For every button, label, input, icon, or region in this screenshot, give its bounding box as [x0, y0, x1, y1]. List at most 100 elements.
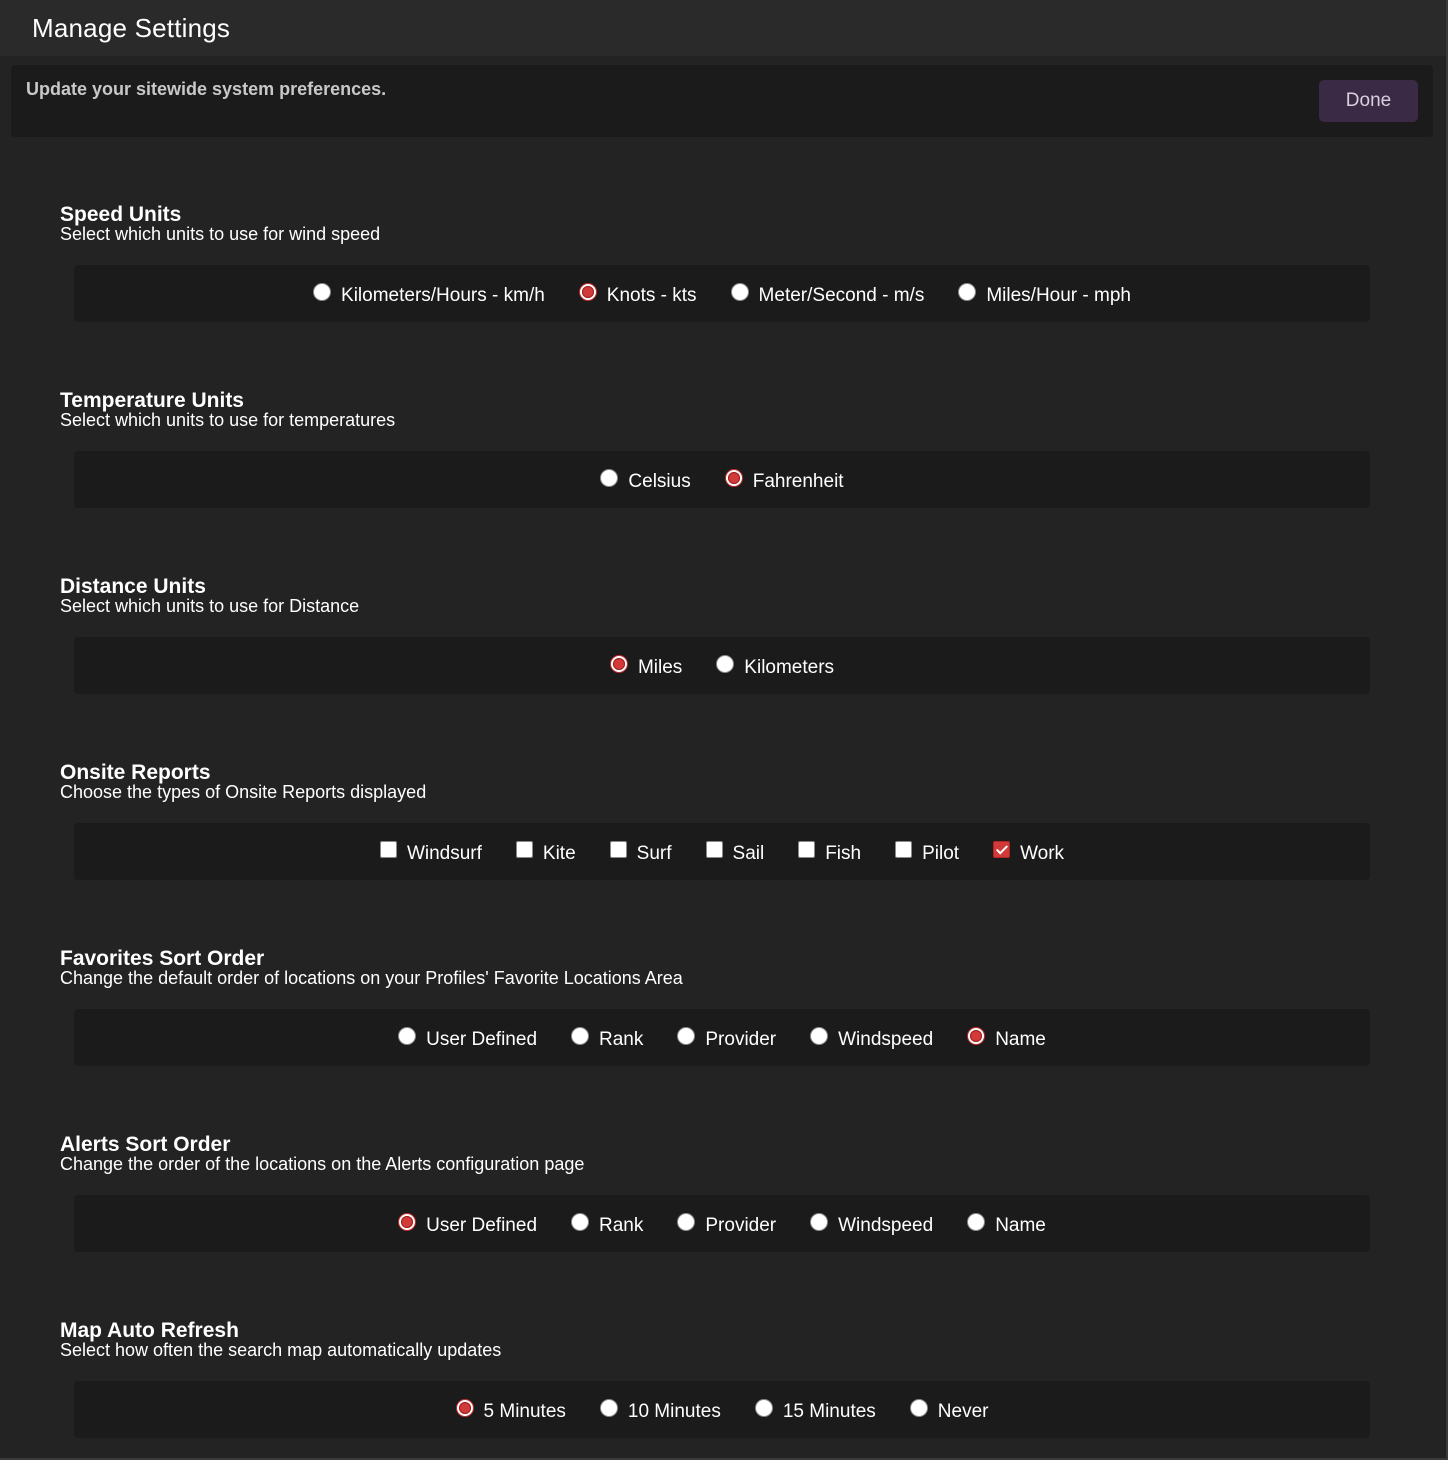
radio-button[interactable]: [599, 1398, 618, 1417]
option-user-defined[interactable]: User Defined: [398, 1211, 537, 1237]
option-label: 10 Minutes: [627, 1400, 721, 1422]
option-label: Fish: [825, 842, 862, 864]
radio-button[interactable]: [578, 282, 597, 301]
option-label: 15 Minutes: [782, 1400, 876, 1422]
radio-button[interactable]: [810, 1212, 829, 1231]
radio-group: 5 Minutes 10 Minutes 15 Minutes Never: [74, 1381, 1370, 1438]
option-10-minutes[interactable]: 10 Minutes: [599, 1397, 721, 1423]
radio-group: Miles Kilometers: [74, 637, 1370, 694]
option-label: Kilometers: [744, 656, 835, 678]
checkbox[interactable]: [705, 841, 723, 858]
option-label: Pilot: [922, 842, 960, 864]
radio-button[interactable]: [398, 1026, 417, 1045]
option-windspeed[interactable]: Windspeed: [810, 1211, 933, 1237]
option-label: Kite: [542, 842, 576, 864]
section-subtitle: Change the default order of locations on…: [60, 968, 683, 988]
settings-description: Update your sitewide system preferences.: [26, 79, 387, 99]
checkbox[interactable]: [515, 841, 533, 858]
page-title: Manage Settings: [32, 12, 231, 43]
option-work[interactable]: Work: [993, 839, 1064, 865]
radio-button[interactable]: [810, 1026, 829, 1045]
option-rank[interactable]: Rank: [571, 1211, 643, 1237]
settings-header: Update your sitewide system preferences.…: [11, 65, 1433, 137]
radio-button[interactable]: [313, 282, 332, 301]
option-label: User Defined: [426, 1028, 538, 1050]
radio-group: User Defined Rank Provider Windspeed Name: [74, 1009, 1370, 1066]
option-15-minutes[interactable]: 15 Minutes: [754, 1397, 876, 1423]
option-miles[interactable]: Miles: [609, 653, 683, 679]
option-label: Kilometers/Hours - km/h: [341, 284, 545, 306]
option-5-minutes[interactable]: 5 Minutes: [455, 1397, 566, 1423]
option-windsurf[interactable]: Windsurf: [379, 839, 482, 865]
option-kilometers[interactable]: Kilometers: [716, 653, 834, 679]
option-miles-hour-mph[interactable]: Miles/Hour - mph: [958, 281, 1131, 307]
radio-button[interactable]: [398, 1212, 417, 1231]
option-user-defined[interactable]: User Defined: [398, 1025, 537, 1051]
option-knots-kts[interactable]: Knots - kts: [578, 281, 697, 307]
checkbox[interactable]: [798, 841, 816, 858]
option-name[interactable]: Name: [967, 1025, 1046, 1051]
option-label: Miles: [637, 656, 683, 678]
checkbox[interactable]: [993, 841, 1011, 858]
radio-button[interactable]: [677, 1212, 696, 1231]
radio-button[interactable]: [571, 1026, 590, 1045]
option-label: Provider: [705, 1028, 777, 1050]
option-label: Rank: [599, 1028, 644, 1050]
section-subtitle: Select which units to use for Distance: [60, 596, 360, 616]
option-label: Fahrenheit: [752, 470, 844, 492]
radio-button[interactable]: [455, 1398, 474, 1417]
option-surf[interactable]: Surf: [609, 839, 672, 865]
option-fish[interactable]: Fish: [798, 839, 861, 865]
option-sail[interactable]: Sail: [705, 839, 765, 865]
radio-button[interactable]: [967, 1026, 986, 1045]
option-windspeed[interactable]: Windspeed: [810, 1025, 933, 1051]
checkbox[interactable]: [895, 841, 913, 858]
radio-button[interactable]: [571, 1212, 590, 1231]
done-button[interactable]: Done: [1319, 80, 1418, 122]
section-subtitle: Select which units to use for temperatur…: [60, 410, 396, 430]
radio-button[interactable]: [677, 1026, 696, 1045]
option-label: Miles/Hour - mph: [986, 284, 1131, 306]
checkbox[interactable]: [609, 841, 627, 858]
checkbox[interactable]: [379, 841, 397, 858]
radio-button[interactable]: [967, 1212, 986, 1231]
section-subtitle: Change the order of the locations on the…: [60, 1154, 585, 1174]
radio-button[interactable]: [716, 654, 735, 673]
option-never[interactable]: Never: [909, 1397, 989, 1423]
radio-group: Kilometers/Hours - km/h Knots - kts Meter/…: [74, 265, 1370, 322]
radio-button[interactable]: [609, 654, 628, 673]
option-label: Celsius: [628, 470, 691, 492]
option-celsius[interactable]: Celsius: [600, 467, 691, 493]
option-meter-second-m-s[interactable]: Meter/Second - m/s: [730, 281, 925, 307]
settings-window: Manage Settings Update your sitewide sys…: [0, 0, 1448, 1460]
radio-button[interactable]: [754, 1398, 773, 1417]
option-label: Never: [937, 1400, 989, 1422]
radio-group: Celsius Fahrenheit: [74, 451, 1370, 508]
option-label: Windsurf: [406, 842, 482, 864]
radio-button[interactable]: [909, 1398, 928, 1417]
option-label: Provider: [705, 1214, 777, 1236]
radio-button[interactable]: [958, 282, 977, 301]
option-label: User Defined: [426, 1214, 538, 1236]
option-name[interactable]: Name: [967, 1211, 1046, 1237]
option-provider[interactable]: Provider: [677, 1025, 776, 1051]
option-kite[interactable]: Kite: [515, 839, 576, 865]
option-fahrenheit[interactable]: Fahrenheit: [724, 467, 844, 493]
radio-button[interactable]: [730, 282, 749, 301]
option-kilometers-hours-km-h[interactable]: Kilometers/Hours - km/h: [313, 281, 545, 307]
option-label: Knots - kts: [606, 284, 697, 306]
option-rank[interactable]: Rank: [571, 1025, 643, 1051]
option-label: Name: [995, 1028, 1046, 1050]
radio-button[interactable]: [724, 468, 743, 487]
option-provider[interactable]: Provider: [677, 1211, 776, 1237]
section-subtitle: Select which units to use for wind speed: [60, 224, 381, 244]
radio-button[interactable]: [600, 468, 619, 487]
title-bar: Manage Settings: [0, 0, 1446, 56]
option-label: Sail: [732, 842, 765, 864]
option-label: Meter/Second - m/s: [758, 284, 925, 306]
section-subtitle: Choose the types of Onsite Reports displ…: [60, 782, 427, 802]
option-pilot[interactable]: Pilot: [895, 839, 959, 865]
option-label: Windspeed: [838, 1028, 934, 1050]
option-label: 5 Minutes: [483, 1400, 566, 1422]
radio-group: User Defined Rank Provider Windspeed Name: [74, 1195, 1370, 1252]
